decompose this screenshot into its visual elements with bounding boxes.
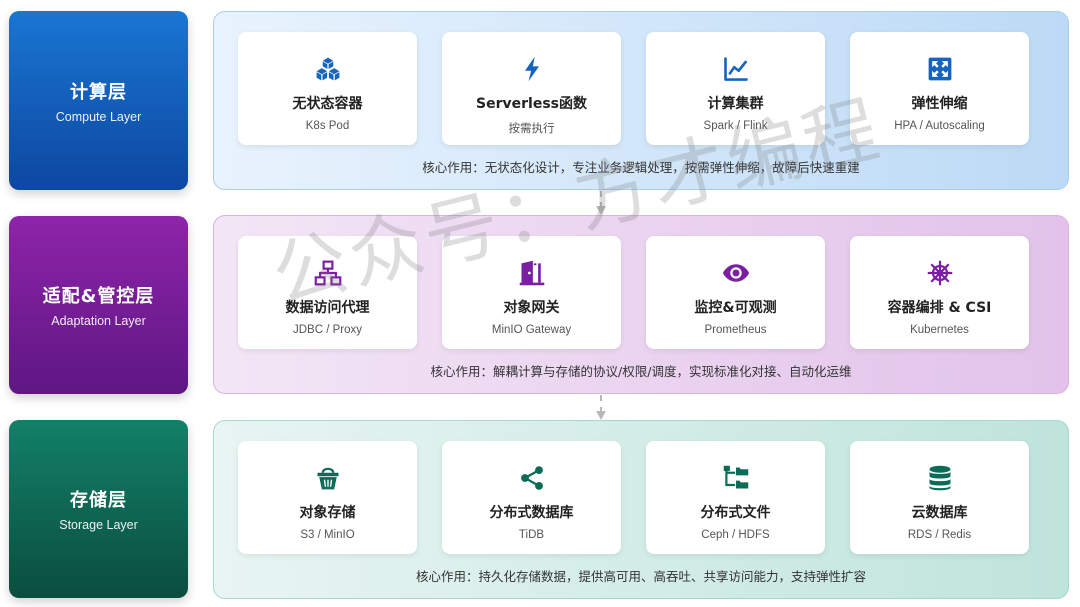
card-title: 云数据库 xyxy=(911,505,968,521)
card-subtitle: RDS / Redis xyxy=(907,529,972,541)
card-subtitle: Prometheus xyxy=(704,324,767,336)
card-title: 容器编排 & CSI xyxy=(887,300,992,316)
card-elastic-scaling: 弹性伸缩 HPA / Autoscaling xyxy=(850,32,1029,145)
flow-arrow-adapt-to-storage xyxy=(596,395,606,420)
card-title: 计算集群 xyxy=(707,96,764,112)
layer-subtitle: Storage Layer xyxy=(59,518,138,532)
compute-layer-panel: 无状态容器 K8s Pod Serverless函数 按需执行 计算集群 Spa… xyxy=(213,11,1069,190)
adaptation-layer-label: 适配&管控层 Adaptation Layer xyxy=(9,216,188,394)
card-subtitle: Ceph / HDFS xyxy=(701,529,770,541)
card-subtitle: K8s Pod xyxy=(305,120,350,132)
card-subtitle: 按需执行 xyxy=(508,123,555,135)
layer-title: 计算层 xyxy=(70,81,127,103)
layer-subtitle: Adaptation Layer xyxy=(51,314,146,328)
card-object-storage: 对象存储 S3 / MinIO xyxy=(238,441,417,554)
layer-title: 存储层 xyxy=(70,490,127,511)
card-stateless-container: 无状态容器 K8s Pod xyxy=(238,32,417,145)
eye-icon xyxy=(721,258,751,288)
card-title: 对象网关 xyxy=(503,300,560,316)
bolt-icon xyxy=(517,54,547,84)
cubes-icon xyxy=(313,54,343,84)
card-object-gateway: 对象网关 MinIO Gateway xyxy=(442,236,621,349)
card-title: 监控&可观测 xyxy=(694,300,777,316)
card-title: 弹性伸缩 xyxy=(911,96,968,112)
card-subtitle: HPA / Autoscaling xyxy=(894,120,985,132)
share-nodes-icon xyxy=(517,463,547,493)
door-icon xyxy=(517,258,547,288)
storage-layer-panel: 对象存储 S3 / MinIO 分布式数据库 TiDB 分布式文件 Ceph /… xyxy=(213,420,1069,599)
expand-arrows-icon xyxy=(925,54,955,84)
card-title: 分布式文件 xyxy=(700,505,771,521)
card-subtitle: Spark / Flink xyxy=(703,120,768,132)
card-compute-cluster: 计算集群 Spark / Flink xyxy=(646,32,825,145)
card-subtitle: Kubernetes xyxy=(910,324,969,336)
card-distributed-database: 分布式数据库 TiDB xyxy=(442,441,621,554)
compute-layer-label: 计算层 Compute Layer xyxy=(9,11,188,190)
card-subtitle: TiDB xyxy=(518,529,545,541)
folder-tree-icon xyxy=(721,463,751,493)
adaptation-layer-panel: 数据访问代理 JDBC / Proxy 对象网关 MinIO Gateway 监… xyxy=(213,215,1069,394)
card-subtitle: MinIO Gateway xyxy=(491,324,572,336)
network-icon xyxy=(313,258,343,288)
bucket-icon xyxy=(313,463,343,493)
layer-role-description: 核心作用：持久化存储数据，提供高可用、高吞吐、共享访问能力，支持弹性扩容 xyxy=(415,569,866,584)
layer-subtitle: Compute Layer xyxy=(55,109,142,124)
layer-role-description: 核心作用：无状态化设计，专注业务逻辑处理，按需弹性伸缩，故障后快速重建 xyxy=(422,160,860,175)
helm-icon xyxy=(925,258,955,288)
card-cloud-database: 云数据库 RDS / Redis xyxy=(850,441,1029,554)
storage-layer-label: 存储层 Storage Layer xyxy=(9,420,188,598)
card-serverless: Serverless函数 按需执行 xyxy=(442,32,621,145)
line-chart-icon xyxy=(721,54,751,84)
layer-role-description: 核心作用：解耦计算与存储的协议/权限/调度，实现标准化对接、自动化运维 xyxy=(430,364,852,379)
card-distributed-file: 分布式文件 Ceph / HDFS xyxy=(646,441,825,554)
layer-title: 适配&管控层 xyxy=(42,286,155,307)
card-title: Serverless函数 xyxy=(476,96,587,112)
card-data-access-proxy: 数据访问代理 JDBC / Proxy xyxy=(238,236,417,349)
card-title: 数据访问代理 xyxy=(285,300,370,316)
card-subtitle: JDBC / Proxy xyxy=(292,324,362,336)
database-icon xyxy=(925,463,955,493)
card-container-orchestration: 容器编排 & CSI Kubernetes xyxy=(850,236,1029,349)
flow-arrow-compute-to-adapt xyxy=(596,191,606,215)
card-monitoring: 监控&可观测 Prometheus xyxy=(646,236,825,349)
card-title: 无状态容器 xyxy=(292,96,363,112)
card-title: 对象存储 xyxy=(299,505,356,521)
card-subtitle: S3 / MinIO xyxy=(300,529,355,541)
card-title: 分布式数据库 xyxy=(489,505,574,521)
